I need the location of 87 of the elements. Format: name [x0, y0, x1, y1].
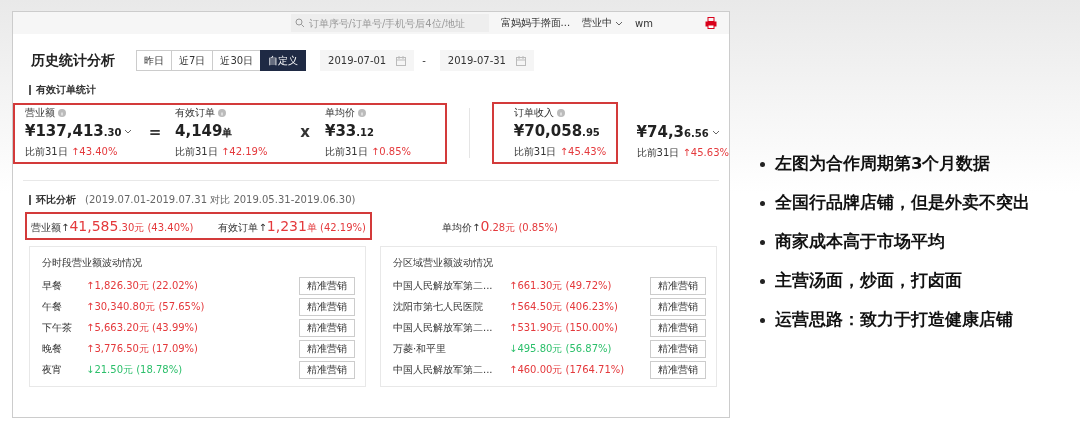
metric-value: 4,149单 — [175, 121, 233, 142]
calendar-icon — [515, 55, 526, 66]
marketing-button[interactable]: 精准营销 — [299, 297, 355, 316]
operator-sign: x — [299, 123, 311, 141]
marketing-button[interactable]: 精准营销 — [299, 339, 355, 358]
change-value: ↑460.00元 (1764.71%) — [509, 362, 626, 377]
row-label: 晚餐 — [42, 341, 63, 356]
status-dropdown[interactable]: 营业中 — [582, 16, 624, 30]
info-icon — [556, 109, 565, 117]
change-text: 单均价↑0.28元 (0.85%) — [442, 217, 558, 235]
row-label: 中国人民解放军第二... — [393, 320, 494, 335]
period-text: (2019.07.01-2019.07.31 对比 2019.05.31-2019.06.30) — [85, 193, 356, 207]
section-title: 有效订单统计 — [36, 83, 96, 97]
row-label: 下午茶 — [42, 320, 73, 335]
range-tab[interactable]: 近7日 — [171, 50, 214, 71]
row-label: 午餐 — [42, 299, 63, 314]
page-title: 历史统计分析 — [31, 51, 115, 70]
panel-title: 分时段营业额波动情况 — [42, 256, 143, 270]
compare-text: 比前31日 ↑43.40% — [25, 144, 119, 158]
metric-label: 单均价 — [325, 105, 355, 120]
compare-text: 比前31日 ↑45.43% — [513, 145, 607, 158]
search-icon — [294, 18, 305, 28]
caret-icon — [615, 19, 624, 27]
info-icon — [58, 108, 66, 117]
change-value: ↓21.50元 (18.78%) — [86, 362, 184, 377]
printer-icon — [705, 17, 717, 29]
compare-text: 比前31日 ↑0.85% — [325, 144, 413, 158]
row-label: 夜宵 — [42, 362, 63, 377]
change-value: ↑531.90元 (150.00%) — [509, 320, 619, 335]
bullet-text: 运营思路：致力于打造健康店铺 — [775, 309, 1013, 331]
change-value: ↑30,340.80元 (57.65%) — [86, 299, 206, 314]
metric-value: ¥74,36.56 — [636, 122, 709, 143]
row-label: 万菱·和平里 — [393, 341, 448, 356]
change-value: ↑1,826.30元 (22.02%) — [86, 278, 200, 293]
bullet-text: 商家成本高于市场平均 — [775, 231, 945, 253]
bullet-text: 全国行品牌店铺，但是外卖不突出 — [775, 192, 1030, 214]
info-icon — [218, 108, 226, 117]
range-tab[interactable]: 自定义 — [260, 50, 307, 71]
metric-label: 有效订单 — [175, 105, 215, 120]
date-separator: - — [422, 55, 426, 66]
row-label: 沈阳市第七人民医院 — [393, 299, 484, 314]
change-value: ↓495.80元 (56.87%) — [509, 341, 613, 356]
change-value: ↑5,663.20元 (43.99%) — [86, 320, 200, 335]
range-tab[interactable]: 昨日 — [136, 50, 172, 71]
marketing-button[interactable]: 精准营销 — [650, 276, 706, 295]
change-text: 有效订单↑1,231单 (42.19%) — [218, 217, 366, 235]
change-value: ↑661.30元 (49.72%) — [509, 278, 613, 293]
search-field[interactable]: 订单序号/订单号/手机号后4位/地址 — [290, 14, 489, 32]
bullet-text: 主营汤面，炒面，打卤面 — [775, 270, 962, 292]
account-name[interactable]: wm — [635, 17, 653, 29]
metric-label: 营业额 — [25, 105, 55, 120]
compare-text: 比前31日 ↑45.63% — [636, 145, 729, 159]
section-marker — [29, 195, 31, 205]
bullet-dot — [760, 278, 765, 284]
bullet-text: 左图为合作周期第3个月数据 — [775, 153, 991, 175]
panel-title: 分区域营业额波动情况 — [393, 256, 494, 270]
marketing-button[interactable]: 精准营销 — [650, 318, 706, 337]
store-name[interactable]: 富妈妈手擀面... — [500, 16, 571, 30]
section-title: 环比分析 — [36, 193, 76, 207]
bullet-dot — [760, 317, 765, 323]
marketing-button[interactable]: 精准营销 — [650, 360, 706, 379]
date-field[interactable]: 2019-07-31 — [439, 50, 534, 71]
marketing-button[interactable]: 精准营销 — [650, 297, 706, 316]
row-label: 中国人民解放军第二... — [393, 362, 494, 377]
change-value: ↑564.50元 (406.23%) — [509, 299, 619, 314]
metric-value: ¥33.12 — [325, 121, 375, 142]
metric-value: ¥137,413.30 — [25, 121, 122, 142]
range-tab[interactable]: 近30日 — [212, 50, 262, 71]
change-value: ↑3,776.50元 (17.09%) — [86, 341, 200, 356]
bullet-dot — [760, 161, 765, 167]
date-field[interactable]: 2019-07-01 — [320, 50, 415, 71]
section-marker — [29, 85, 31, 95]
metric-label: 订单收入 — [513, 106, 554, 120]
metric-value: ¥70,058.95 — [513, 122, 600, 142]
marketing-button[interactable]: 精准营销 — [299, 276, 355, 295]
marketing-button[interactable]: 精准营销 — [650, 339, 706, 358]
marketing-button[interactable]: 精准营销 — [299, 318, 355, 337]
info-icon — [358, 108, 366, 117]
bullet-dot — [760, 200, 765, 206]
compare-text: 比前31日 ↑42.19% — [175, 144, 269, 158]
change-text: 营业额↑41,585.30元 (43.40%) — [31, 217, 194, 235]
operator-sign: = — [147, 123, 163, 141]
bullet-dot — [760, 239, 765, 245]
calendar-icon — [396, 55, 407, 66]
row-label: 早餐 — [42, 278, 63, 293]
marketing-button[interactable]: 精准营销 — [299, 360, 355, 379]
row-label: 中国人民解放军第二... — [393, 278, 494, 293]
